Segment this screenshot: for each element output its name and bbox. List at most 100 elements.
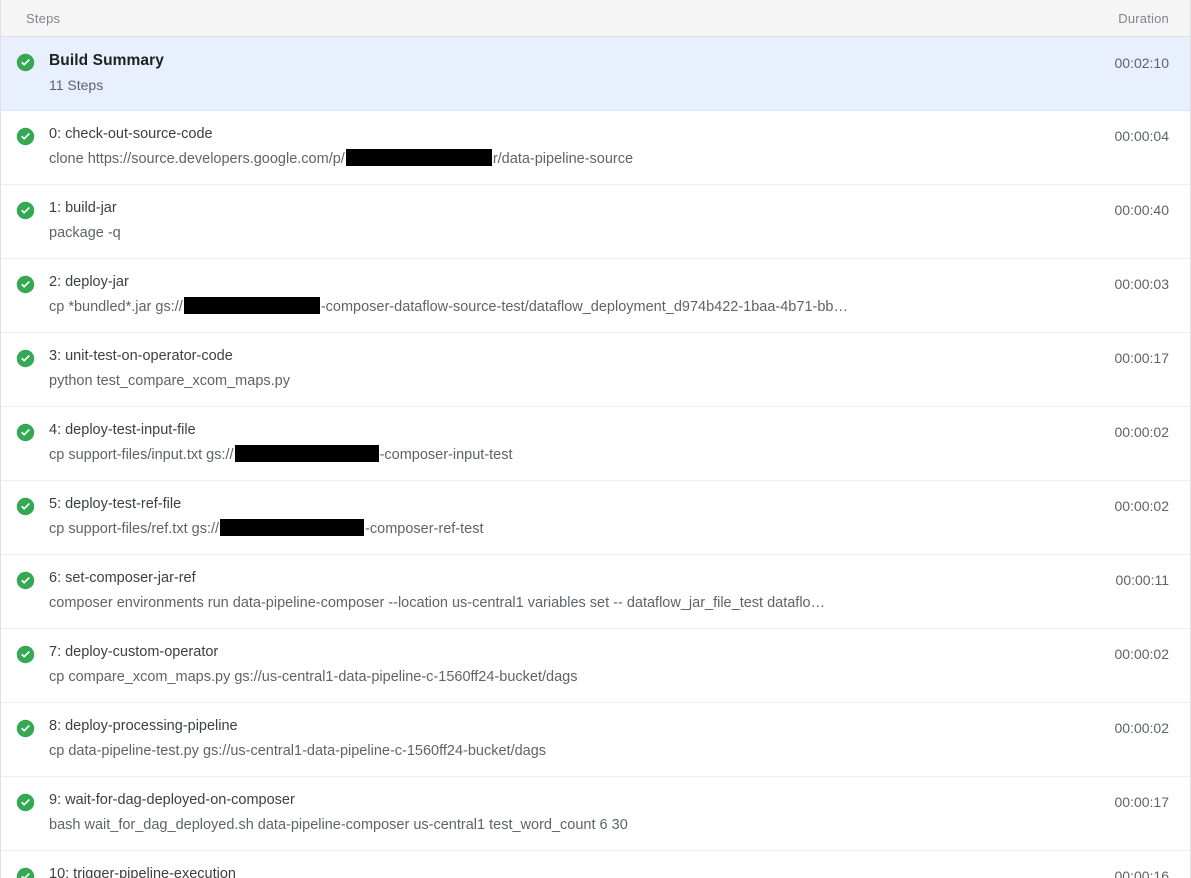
step-command: package -q (49, 222, 1097, 245)
redaction-block (220, 519, 365, 536)
step-text-cell: 6: set-composer-jar-ref composer environm… (49, 568, 1116, 615)
build-steps-panel: Steps Duration Build Summary 11 Steps 00… (0, 0, 1191, 878)
step-status-cell (1, 642, 49, 664)
step-row[interactable]: 7: deploy-custom-operator cp compare_xcom… (1, 629, 1190, 703)
step-text-cell: 0: check-out-source-code clone https://so… (49, 124, 1115, 171)
summary-text-cell: Build Summary 11 Steps (49, 50, 1115, 97)
step-duration: 00:00:02 (1114, 498, 1170, 514)
step-duration: 00:00:11 (1115, 572, 1169, 588)
step-status-cell (1, 864, 49, 878)
check-circle-icon (16, 719, 34, 738)
step-title: 3: unit-test-on-operator-code (49, 348, 233, 364)
step-title: 2: deploy-jar (49, 274, 129, 290)
step-duration: 00:00:16 (1114, 868, 1170, 878)
step-row[interactable]: 1: build-jar package -q 00:00:40 (1, 185, 1190, 259)
step-command-segment: cp support-files/input.txt gs:// (49, 447, 234, 463)
build-summary-row[interactable]: Build Summary 11 Steps 00:02:10 (1, 37, 1190, 111)
step-row[interactable]: 8: deploy-processing-pipeline cp data-pip… (1, 703, 1190, 777)
step-text-cell: 2: deploy-jar cp *bundled*.jar gs:// -comp… (49, 272, 1115, 319)
step-status-cell (1, 420, 49, 442)
step-row[interactable]: 0: check-out-source-code clone https://so… (1, 111, 1190, 185)
step-title: 0: check-out-source-code (49, 126, 213, 142)
step-command-segment: cp compare_xcom_maps.py gs://us-central1… (49, 669, 578, 685)
step-title: 4: deploy-test-input-file (49, 422, 196, 438)
step-command-segment: cp support-files/ref.txt gs:// (49, 521, 220, 537)
step-status-cell (1, 790, 49, 812)
step-title: 6: set-composer-jar-ref (49, 570, 196, 586)
steps-list: 0: check-out-source-code clone https://so… (1, 111, 1190, 878)
step-command-segment: -composer-dataflow-source-test/dataflow_… (320, 299, 848, 315)
step-text-cell: 5: deploy-test-ref-file cp support-files/… (49, 494, 1115, 541)
step-title: 10: trigger-pipeline-execution (49, 866, 236, 878)
step-command-segment: bash wait_for_dag_deployed.sh data-pipel… (49, 817, 628, 833)
step-status-cell (1, 346, 49, 368)
step-title: 8: deploy-processing-pipeline (49, 718, 238, 734)
column-header-steps: Steps (26, 10, 61, 26)
steps-table-header: Steps Duration (1, 0, 1190, 37)
step-duration: 00:00:02 (1114, 720, 1170, 736)
step-command-segment: cp data-pipeline-test.py gs://us-central… (49, 743, 547, 759)
step-status-cell (1, 124, 49, 146)
step-text-cell: 7: deploy-custom-operator cp compare_xcom… (49, 642, 1115, 689)
redaction-block (234, 445, 379, 462)
step-text-cell: 8: deploy-processing-pipeline cp data-pip… (49, 716, 1115, 763)
step-row[interactable]: 4: deploy-test-input-file cp support-file… (1, 407, 1190, 481)
step-command: clone https://source.developers.google.c… (49, 148, 1097, 171)
step-command: cp compare_xcom_maps.py gs://us-central1… (49, 666, 1097, 689)
step-title: 9: wait-for-dag-deployed-on-composer (49, 792, 295, 808)
step-duration: 00:00:40 (1114, 202, 1170, 218)
step-duration: 00:00:17 (1114, 794, 1170, 810)
step-text-cell: 4: deploy-test-input-file cp support-file… (49, 420, 1115, 467)
step-status-cell (1, 494, 49, 516)
step-title: 7: deploy-custom-operator (49, 644, 219, 660)
check-circle-icon (16, 423, 34, 442)
step-duration: 00:00:17 (1114, 350, 1170, 366)
check-circle-icon (16, 497, 34, 516)
check-circle-icon (16, 349, 34, 368)
check-circle-icon (16, 201, 34, 220)
step-status-cell (1, 272, 49, 294)
step-command: composer environments run data-pipeline-… (49, 592, 1098, 615)
step-row[interactable]: 5: deploy-test-ref-file cp support-files/… (1, 481, 1190, 555)
redaction-block (345, 149, 492, 166)
step-command: cp support-files/input.txt gs:// -compose… (49, 444, 1097, 467)
step-command-segment: composer environments run data-pipeline-… (49, 595, 826, 611)
check-circle-icon (16, 275, 34, 294)
check-circle-icon (16, 645, 34, 664)
summary-title: Build Summary (49, 52, 164, 69)
step-command: python test_compare_xcom_maps.py (49, 370, 1097, 393)
step-row[interactable]: 2: deploy-jar cp *bundled*.jar gs:// -comp… (1, 259, 1190, 333)
check-circle-icon (16, 867, 34, 878)
step-duration: 00:00:04 (1114, 128, 1170, 144)
step-command-segment: -composer-input-test (379, 447, 513, 463)
redaction-block (183, 297, 320, 314)
check-circle-icon (16, 793, 34, 812)
step-row[interactable]: 10: trigger-pipeline-executioncomposer e… (1, 851, 1190, 878)
check-circle-icon (16, 127, 34, 146)
step-command-segment: package -q (49, 225, 121, 241)
step-duration: 00:00:02 (1114, 424, 1170, 440)
column-header-duration: Duration (1118, 10, 1169, 26)
step-status-cell (1, 716, 49, 738)
step-duration: 00:00:03 (1114, 276, 1170, 292)
step-command-segment: cp *bundled*.jar gs:// (49, 299, 183, 315)
step-title: 1: build-jar (49, 200, 117, 216)
step-command: bash wait_for_dag_deployed.sh data-pipel… (49, 814, 1097, 837)
step-status-cell (1, 198, 49, 220)
step-status-cell (1, 568, 49, 590)
step-command: cp data-pipeline-test.py gs://us-central… (49, 740, 1097, 763)
step-text-cell: 9: wait-for-dag-deployed-on-composer bash… (49, 790, 1115, 837)
summary-duration: 00:02:10 (1114, 55, 1170, 71)
step-command: cp support-files/ref.txt gs:// -composer-… (49, 518, 1097, 541)
step-command: cp *bundled*.jar gs:// -composer-dataflow… (49, 296, 1097, 319)
step-title: 5: deploy-test-ref-file (49, 496, 182, 512)
step-command-segment: r/data-pipeline-source (492, 151, 634, 167)
step-row[interactable]: 3: unit-test-on-operator-code python test… (1, 333, 1190, 407)
step-row[interactable]: 9: wait-for-dag-deployed-on-composer bash… (1, 777, 1190, 851)
step-command-segment: -composer-ref-test (365, 521, 484, 537)
step-command-segment: python test_compare_xcom_maps.py (49, 373, 290, 389)
step-duration: 00:00:02 (1114, 646, 1170, 662)
step-row[interactable]: 6: set-composer-jar-ref composer environm… (1, 555, 1190, 629)
step-text-cell: 3: unit-test-on-operator-code python test… (49, 346, 1115, 393)
step-text-cell: 1: build-jar package -q (49, 198, 1115, 245)
